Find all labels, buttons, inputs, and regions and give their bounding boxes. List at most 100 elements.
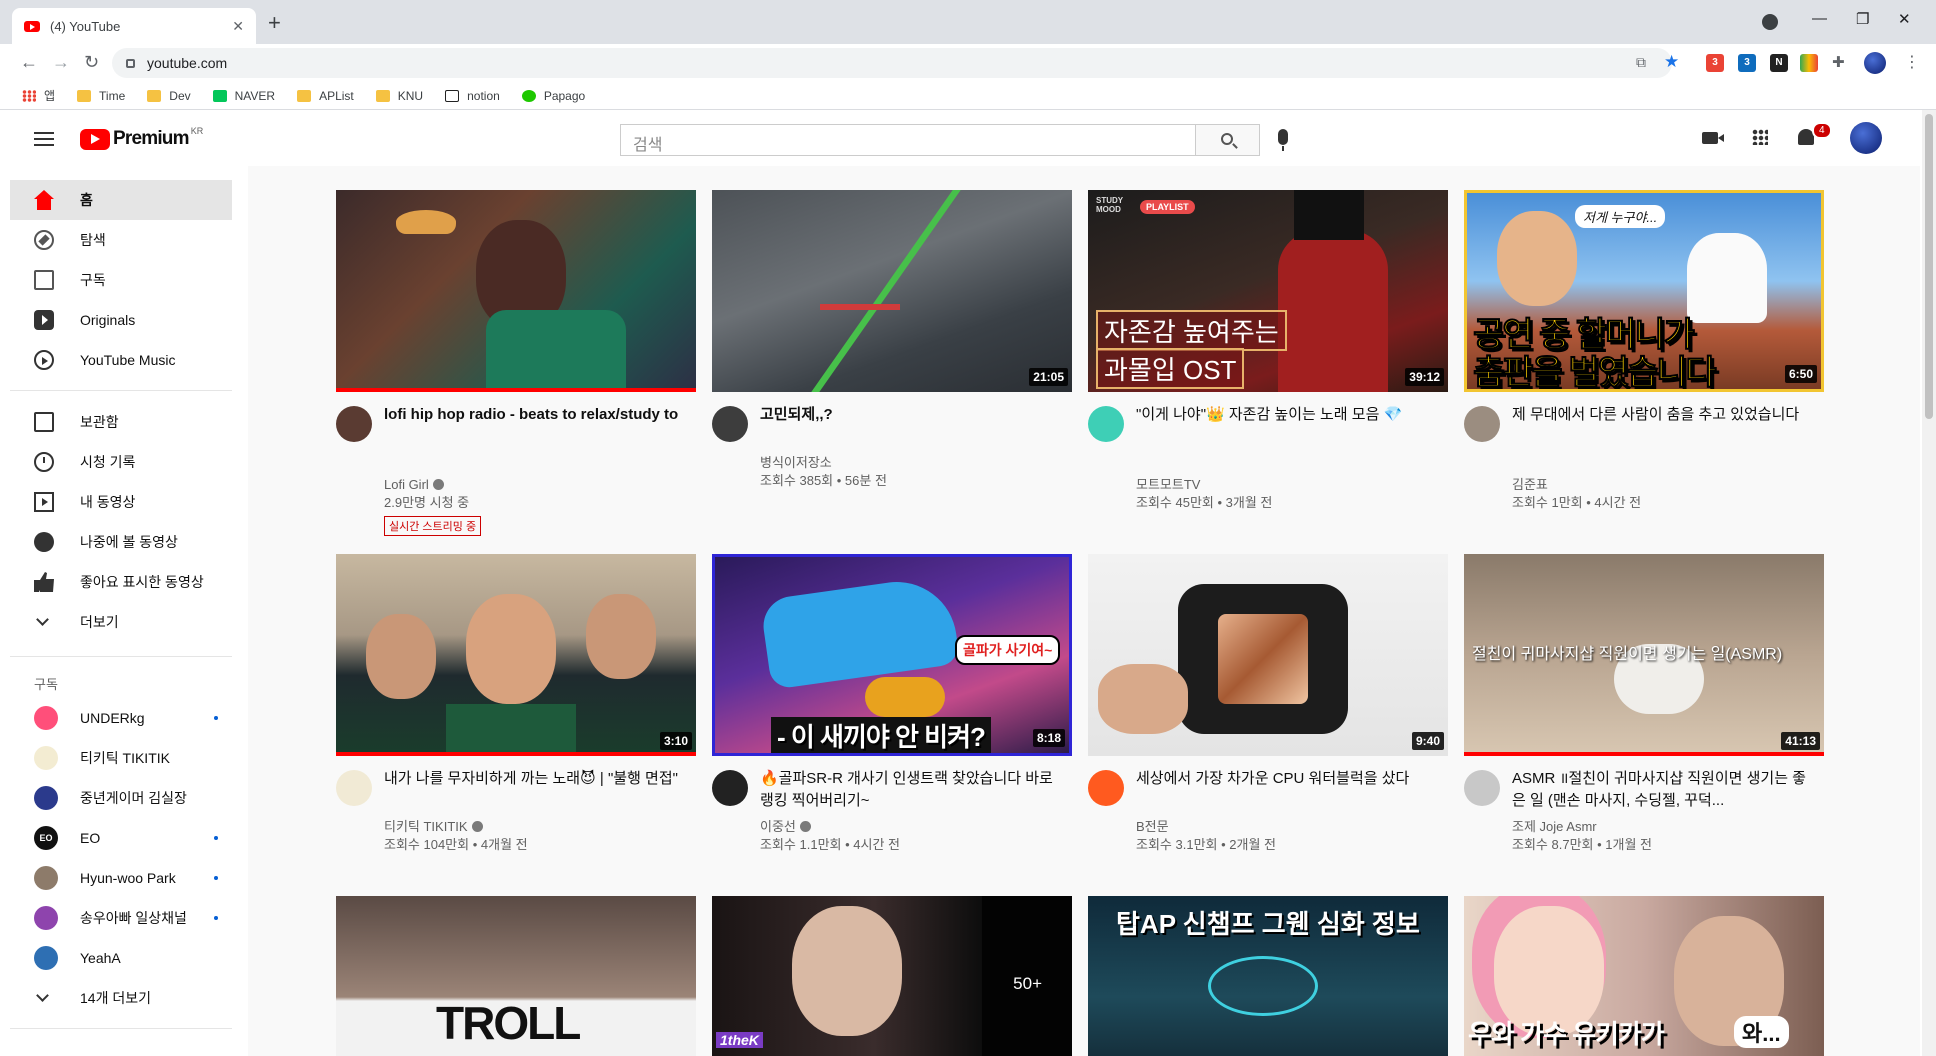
video-thumbnail[interactable]: 골파가 사기여~ - 이 새끼야 안 비켜? 8:18	[712, 554, 1072, 756]
sidebar-item-originals[interactable]: Originals	[10, 300, 232, 340]
subscription-item[interactable]: 티키틱 TIKITIK	[10, 738, 232, 778]
video-title[interactable]: ASMR ॥절친이 귀마사지샵 직원이면 생기는 좋은 일 (맨손 마사지, 수…	[1512, 768, 1812, 812]
minimize-button[interactable]: —	[1812, 10, 1827, 27]
sidebar-item-liked-videos[interactable]: 좋아요 표시한 동영상	[10, 562, 232, 602]
video-title[interactable]: "이게 나야"👑 자존감 높이는 노래 모음 💎	[1136, 404, 1436, 426]
bookmark-papago[interactable]: Papago	[521, 89, 585, 103]
video-thumbnail[interactable]: 21:05	[712, 190, 1072, 392]
back-button[interactable]: ←	[20, 52, 38, 73]
create-video-icon[interactable]	[1702, 132, 1724, 144]
video-title[interactable]: 내가 나를 무자비하게 까는 노래😈 | "불행 면접"	[384, 768, 684, 790]
subscription-item[interactable]: 송우아빠 일상채널	[10, 898, 232, 938]
channel-avatar[interactable]	[1088, 406, 1124, 442]
video-thumbnail[interactable]	[336, 190, 696, 392]
channel-avatar[interactable]	[336, 406, 372, 442]
subscription-item[interactable]: Hyun-woo Park	[10, 858, 232, 898]
video-thumbnail[interactable]: 50+ 1theK	[712, 896, 1072, 1056]
notion-extension-icon[interactable]: N	[1770, 54, 1788, 72]
sidebar-item-subscriptions[interactable]: 구독	[10, 260, 232, 300]
video-thumbnail[interactable]: 9:40	[1088, 554, 1448, 756]
brand-mark: 1theK	[716, 1032, 763, 1048]
browser-menu-icon[interactable]: ⋮	[1904, 52, 1920, 72]
channel-name[interactable]: Lofi Girl	[384, 476, 444, 494]
video-thumbnail[interactable]: STUDY MOOD PLAYLIST 자존감 높여주는 과몰입 OST 39:…	[1088, 190, 1448, 392]
video-thumbnail[interactable]: 우와 가수 유키카가 와...	[1464, 896, 1824, 1056]
bookmark-time[interactable]: Time	[77, 89, 125, 103]
colorpick-extension-icon[interactable]	[1800, 54, 1818, 72]
channel-name[interactable]: 티키틱 TIKITIK	[384, 818, 483, 836]
channel-name[interactable]: 모트모트TV	[1136, 476, 1200, 494]
video-stats: 조회수 104만회 • 4개월 전	[384, 837, 528, 852]
url-field[interactable]: youtube.com	[112, 48, 1672, 78]
search-input[interactable]: 검색	[620, 124, 1196, 156]
search-button[interactable]	[1196, 124, 1260, 156]
gmail-extension-icon[interactable]: 3	[1706, 54, 1724, 72]
guide-sidebar: 홈 탐색 구독 Originals YouTube Music 보관함 시청 기…	[0, 166, 240, 1056]
channel-avatar[interactable]	[1464, 406, 1500, 442]
reload-button[interactable]: ↻	[84, 52, 99, 73]
channel-name[interactable]: B전문	[1136, 818, 1169, 836]
account-avatar[interactable]	[1850, 122, 1882, 154]
apps-grid-icon[interactable]	[1752, 129, 1768, 145]
scrollbar-thumb[interactable]	[1925, 114, 1933, 419]
bookmark-dev[interactable]: Dev	[147, 89, 191, 103]
sidebar-item-history[interactable]: 시청 기록	[10, 442, 232, 482]
restore-button[interactable]: ❐	[1856, 10, 1869, 28]
channel-name[interactable]: 조제 Joje Asmr	[1512, 818, 1597, 836]
subscription-item[interactable]: YeahA	[10, 938, 232, 978]
sidebar-item-show-more[interactable]: 더보기	[10, 602, 232, 642]
outlook-extension-icon[interactable]: 3	[1738, 54, 1756, 72]
hamburger-menu-icon[interactable]	[34, 132, 54, 146]
browser-profile-avatar[interactable]	[1864, 52, 1886, 74]
video-thumbnail[interactable]: 3:10	[336, 554, 696, 756]
video-title[interactable]: 🔥골파SR-R 개사기 인생트랙 찾았습니다 바로 랭킹 찍어버리기~	[760, 768, 1060, 812]
compass-icon	[34, 230, 54, 250]
sidebar-item-youtube-music[interactable]: YouTube Music	[10, 340, 232, 380]
video-thumbnail[interactable]: 저게 누구야... 공연 중 할머니가 춤판을 벌였습니다 6:50	[1464, 190, 1824, 392]
subscription-item[interactable]: UNDERkg	[10, 698, 232, 738]
channel-avatar[interactable]	[336, 770, 372, 806]
subscription-item[interactable]: EO EO	[10, 818, 232, 858]
browser-tab[interactable]: (4) YouTube ✕	[12, 8, 256, 44]
forward-button[interactable]: →	[52, 52, 70, 73]
channel-avatar[interactable]	[712, 770, 748, 806]
video-thumbnail[interactable]: 탑AP 신챔프 그웬 심화 정보	[1088, 896, 1448, 1056]
bookmark-knu[interactable]: KNU	[375, 88, 424, 103]
subscription-item[interactable]: 중년게이머 김실장	[10, 778, 232, 818]
channel-name[interactable]: 이중선	[760, 818, 811, 836]
page-scrollbar[interactable]	[1922, 110, 1936, 1056]
bookmark-star-icon[interactable]: ★	[1664, 52, 1679, 72]
sidebar-item-explore[interactable]: 탐색	[10, 220, 232, 260]
video-title[interactable]: 세상에서 가장 차가운 CPU 워터블럭을 샀다	[1136, 768, 1436, 790]
video-thumbnail[interactable]: 절친이 귀마사지샵 직원이면 생기는 일(ASMR) 41:13	[1464, 554, 1824, 756]
bookmark-naver[interactable]: NAVER	[212, 89, 275, 103]
channel-avatar[interactable]	[1464, 770, 1500, 806]
channel-name[interactable]: 병식이저장소	[760, 454, 832, 472]
bookmark-apps[interactable]: 앱	[22, 87, 55, 104]
sidebar-item-library[interactable]: 보관함	[10, 402, 232, 442]
sidebar-item-home[interactable]: 홈	[10, 180, 232, 220]
extensions-puzzle-icon[interactable]: ✚	[1832, 53, 1845, 71]
sidebar-item-watch-later[interactable]: 나중에 볼 동영상	[10, 522, 232, 562]
sidebar-item-more-subscriptions[interactable]: 14개 더보기	[10, 978, 232, 1018]
video-title[interactable]: 제 무대에서 다른 사람이 춤을 추고 있었습니다	[1512, 404, 1812, 426]
youtube-premium-logo[interactable]: Premium KR	[80, 126, 203, 150]
bookmark-aplist[interactable]: APList	[297, 89, 354, 103]
video-thumbnail[interactable]: TROLL	[336, 896, 696, 1056]
channel-name[interactable]: 김준표	[1512, 476, 1548, 494]
channel-avatar[interactable]	[712, 406, 748, 442]
video-title[interactable]: 고민되제,,?	[760, 404, 1060, 426]
effect-ring-shape	[1208, 956, 1318, 1016]
channel-avatar[interactable]	[1088, 770, 1124, 806]
new-tab-button[interactable]: +	[268, 12, 281, 34]
bookmark-label: KNU	[397, 88, 424, 103]
sidebar-item-my-videos[interactable]: 내 동영상	[10, 482, 232, 522]
profile-menu-icon[interactable]	[1762, 14, 1778, 30]
tab-close-icon[interactable]: ✕	[232, 18, 244, 35]
close-window-button[interactable]: ✕	[1898, 10, 1911, 28]
bookmark-notion[interactable]: notion	[445, 89, 500, 103]
voice-search-mic-icon[interactable]	[1278, 129, 1288, 151]
channel-avatar	[34, 906, 58, 930]
open-external-icon[interactable]: ⧉	[1636, 54, 1646, 71]
video-title[interactable]: lofi hip hop radio - beats to relax/stud…	[384, 404, 684, 426]
